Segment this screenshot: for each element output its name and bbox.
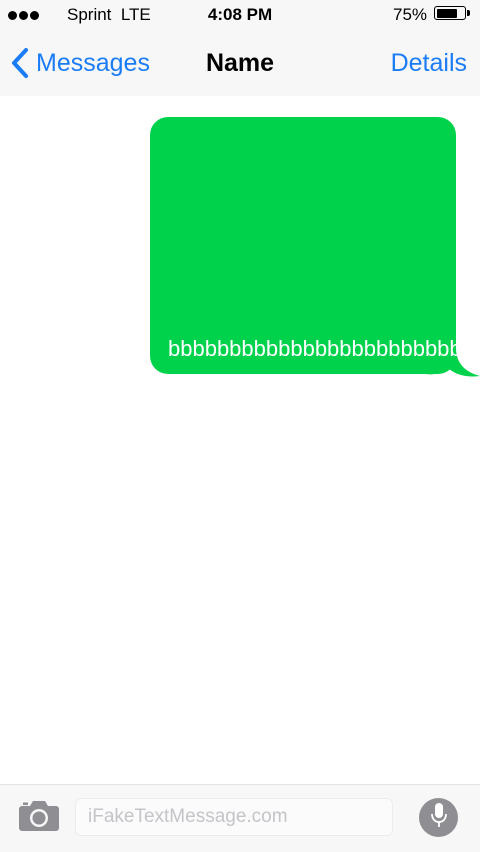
camera-icon[interactable] [19,800,59,836]
conversation-title: Name [205,49,275,77]
microphone-icon [430,802,447,833]
message-input[interactable]: iFakeTextMessage.com [75,798,393,836]
status-bar: Sprint LTE 4:08 PM 75% [0,0,480,30]
battery-tip [467,10,470,16]
details-button[interactable]: Details [391,47,467,79]
input-bar: iFakeTextMessage.com [0,784,480,852]
back-button[interactable]: Messages [10,47,150,79]
battery-icon [434,6,466,20]
battery-percent: 75% [393,5,428,24]
back-label: Messages [36,49,150,77]
nav-bar: Messages Name Details [0,30,480,96]
microphone-button[interactable] [419,798,458,837]
chevron-left-icon [10,47,30,79]
message-text: bbbbbbbbbbbbbbbbbbbbbbbbb [168,336,474,361]
